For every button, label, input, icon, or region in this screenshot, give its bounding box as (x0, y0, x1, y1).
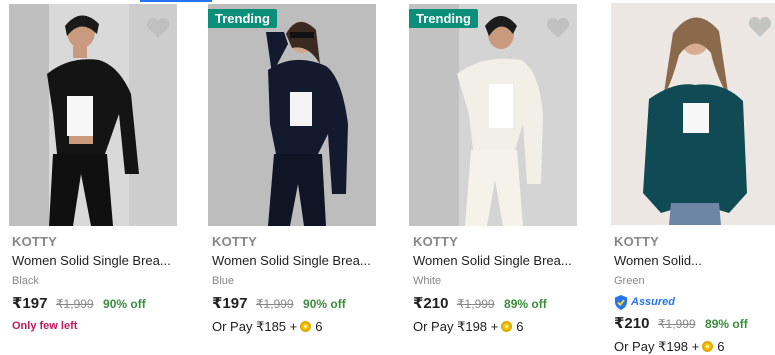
product-mrp: ₹1,999 (255, 297, 294, 311)
coin-count: 6 (315, 319, 323, 334)
product-card[interactable]: KOTTY Women Solid Single Brea... Black ₹… (0, 0, 192, 355)
trending-badge: Trending (208, 9, 277, 28)
product-brand: KOTTY (212, 234, 258, 249)
product-discount: 89% off (504, 297, 547, 311)
product-brand: KOTTY (413, 234, 459, 249)
product-info: KOTTY Women Solid Single Brea... Blue ₹1… (212, 233, 394, 337)
product-card[interactable]: KOTTY Women Solid... Green Assured ₹210 … (603, 0, 775, 355)
product-mrp: ₹1,999 (456, 297, 495, 311)
product-title-link[interactable]: Women Solid Single Brea... (212, 251, 394, 271)
supercoin-icon (702, 341, 714, 352)
product-color: Black (12, 275, 39, 287)
product-price: ₹210 (614, 315, 650, 332)
stock-note: Only few left (12, 320, 78, 332)
wishlist-heart-icon[interactable] (146, 17, 170, 39)
pay-text: Or Pay ₹185 + (212, 319, 298, 334)
wishlist-heart-icon[interactable] (748, 16, 772, 38)
assured-label: Assured (631, 296, 676, 308)
product-brand: KOTTY (12, 234, 58, 249)
product-info: KOTTY Women Solid... Green Assured ₹210 … (614, 233, 775, 355)
product-grid: KOTTY Women Solid Single Brea... Black ₹… (0, 0, 775, 355)
pay-text: Or Pay ₹198 + (413, 319, 499, 334)
product-color: Blue (212, 275, 235, 287)
pay-with-coins: Or Pay ₹198 + 6 (614, 337, 775, 355)
product-info: KOTTY Women Solid Single Brea... White ₹… (413, 233, 595, 337)
supercoin-icon (501, 321, 513, 332)
coin-count: 6 (717, 339, 725, 354)
product-card[interactable]: Trending KOTTY Women Solid Single Brea..… (201, 0, 393, 355)
pay-with-coins: Or Pay ₹198 + 6 (413, 317, 595, 337)
product-discount: 90% off (103, 297, 146, 311)
pay-text: Or Pay ₹198 + (614, 339, 700, 354)
price-row: ₹197 ₹1,999 90% off (212, 291, 394, 317)
product-brand: KOTTY (614, 234, 660, 249)
price-row: ₹210 ₹1,999 89% off (614, 311, 775, 337)
supercoin-icon (300, 321, 312, 332)
assured-badge: Assured (614, 293, 775, 311)
coin-count: 6 (516, 319, 524, 334)
product-image[interactable] (9, 4, 177, 226)
price-row: ₹197 ₹1,999 90% off (12, 291, 194, 317)
product-info: KOTTY Women Solid Single Brea... Black ₹… (12, 233, 194, 335)
product-card[interactable]: Trending KOTTY Women Solid Single Brea..… (402, 0, 594, 355)
product-title-link[interactable]: Women Solid Single Brea... (12, 251, 194, 271)
product-mrp: ₹1,999 (55, 297, 94, 311)
product-color: Green (614, 275, 645, 287)
product-discount: 90% off (303, 297, 346, 311)
product-color: White (413, 275, 442, 287)
price-row: ₹210 ₹1,999 89% off (413, 291, 595, 317)
product-mrp: ₹1,999 (657, 317, 696, 331)
wishlist-heart-icon[interactable] (546, 17, 570, 39)
product-image[interactable] (611, 3, 775, 225)
wishlist-heart-icon[interactable] (345, 17, 369, 39)
product-price: ₹210 (413, 295, 449, 312)
product-image[interactable]: Trending (409, 4, 577, 226)
pay-with-coins: Or Pay ₹185 + 6 (212, 317, 394, 337)
product-price: ₹197 (212, 295, 248, 312)
trending-badge: Trending (409, 9, 478, 28)
product-title-link[interactable]: Women Solid... (614, 251, 775, 271)
product-image[interactable]: Trending (208, 4, 376, 226)
product-title-link[interactable]: Women Solid Single Brea... (413, 251, 595, 271)
product-price: ₹197 (12, 295, 48, 312)
product-discount: 89% off (705, 317, 748, 331)
assured-shield-icon (615, 294, 627, 310)
